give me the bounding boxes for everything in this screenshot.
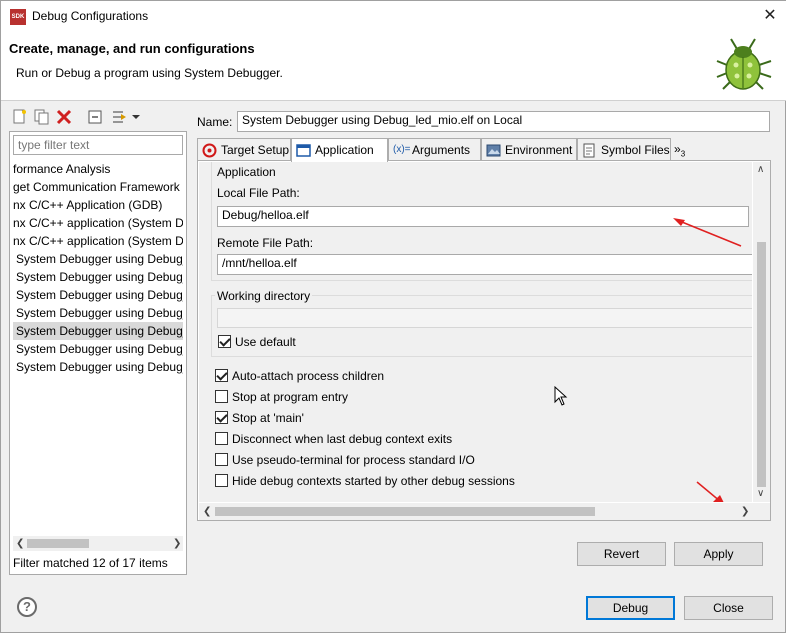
dialog-header: Create, manage, and run configurations R…: [1, 33, 786, 101]
list-item[interactable]: System Debugger using Debug_: [13, 358, 183, 376]
list-item[interactable]: System Debugger using Debug_: [13, 340, 183, 358]
target-icon: [202, 143, 217, 158]
apply-button[interactable]: Apply: [674, 542, 763, 566]
debug-configurations-window: SDK Debug Configurations ✕ Create, manag…: [0, 0, 786, 633]
list-item[interactable]: nx C/C++ Application (GDB): [13, 196, 183, 214]
option-label: Stop at 'main': [232, 411, 304, 425]
option-label: Hide debug contexts started by other deb…: [232, 474, 515, 488]
list-item[interactable]: System Debugger using Debug_: [13, 250, 183, 268]
list-item[interactable]: formance Analysis: [13, 160, 183, 178]
more-tabs-icon: »: [674, 142, 681, 156]
list-item-selected[interactable]: System Debugger using Debug_: [13, 322, 183, 340]
panel-vertical-scrollbar[interactable]: ∧ ∨: [753, 162, 770, 502]
application-group-label: Application: [217, 165, 276, 179]
list-item[interactable]: get Communication Framework: [13, 178, 183, 196]
hide-debug-contexts-checkbox[interactable]: [215, 474, 228, 487]
config-list: formance Analysis get Communication Fram…: [13, 160, 183, 536]
auto-attach-checkbox[interactable]: [215, 369, 228, 382]
tab-label: Target Setup: [221, 143, 290, 157]
delete-icon[interactable]: [55, 108, 73, 126]
collapse-all-icon[interactable]: [87, 108, 105, 126]
use-default-checkbox[interactable]: [218, 335, 231, 348]
list-item[interactable]: nx C/C++ application (System D: [13, 232, 183, 250]
new-config-icon[interactable]: [11, 108, 29, 126]
view-menu-icon[interactable]: [131, 108, 141, 126]
application-panel-content: Application Local File Path: Debug/hello…: [199, 162, 752, 502]
local-path-label: Local File Path:: [217, 186, 300, 200]
scroll-right-icon[interactable]: ❯: [741, 504, 749, 519]
symbol-files-icon: [583, 143, 595, 158]
working-directory-label: Working directory: [215, 289, 313, 303]
stop-at-entry-checkbox[interactable]: [215, 390, 228, 403]
option-label: Disconnect when last debug context exits: [232, 432, 453, 446]
list-item[interactable]: System Debugger using Debug_: [13, 286, 183, 304]
scrollbar-thumb[interactable]: [215, 507, 595, 516]
revert-button[interactable]: Revert: [577, 542, 666, 566]
tab-target-setup[interactable]: Target Setup: [197, 138, 291, 161]
config-tabs: Target Setup Application (x)= Arguments …: [197, 138, 771, 162]
title-bar: SDK Debug Configurations ✕: [1, 1, 786, 33]
header-title: Create, manage, and run configurations: [9, 41, 255, 56]
more-tabs-count: 3: [680, 149, 686, 159]
pseudo-terminal-checkbox[interactable]: [215, 453, 228, 466]
application-tab-panel: Application Local File Path: Debug/hello…: [197, 160, 771, 521]
close-window-icon[interactable]: ✕: [757, 5, 783, 27]
scroll-left-icon[interactable]: ❮: [16, 536, 24, 551]
debug-bug-icon: [716, 38, 772, 90]
scroll-right-icon[interactable]: ❯: [173, 536, 181, 551]
scrollbar-thumb[interactable]: [27, 539, 89, 548]
stop-at-main-checkbox[interactable]: [215, 411, 228, 424]
tab-application[interactable]: Application: [291, 138, 388, 162]
window-title: Debug Configurations: [32, 9, 149, 23]
name-label: Name:: [197, 115, 233, 129]
mouse-cursor-icon: [554, 386, 568, 406]
application-icon: [296, 144, 311, 157]
option-label: Use pseudo-terminal for process standard…: [232, 453, 475, 467]
filter-status: Filter matched 12 of 17 items: [13, 556, 168, 570]
config-name-field[interactable]: System Debugger using Debug_led_mio.elf …: [237, 111, 770, 132]
more-tabs-chevron[interactable]: »3: [671, 138, 691, 161]
close-button[interactable]: Close: [684, 596, 773, 620]
help-icon[interactable]: ?: [17, 597, 37, 617]
scroll-down-icon[interactable]: ∨: [757, 486, 764, 501]
filter-icon[interactable]: [111, 108, 129, 126]
scroll-left-icon[interactable]: ❮: [203, 504, 211, 519]
list-item[interactable]: System Debugger using Debug_: [13, 304, 183, 322]
sdk-logo-icon: SDK: [10, 9, 26, 25]
list-item[interactable]: nx C/C++ application (System D: [13, 214, 183, 232]
tab-label: Application: [315, 143, 374, 157]
annotation-arrow-icon: [696, 481, 724, 502]
tab-label: Symbol Files: [601, 143, 670, 157]
scrollbar-thumb[interactable]: [757, 242, 766, 487]
working-directory-field: [217, 308, 752, 328]
list-horizontal-scrollbar[interactable]: ❮ ❯: [13, 536, 183, 551]
option-label: Auto-attach process children: [232, 369, 385, 383]
tab-symbol-files[interactable]: Symbol Files: [577, 138, 671, 161]
filter-input[interactable]: [13, 135, 183, 155]
header-subtitle: Run or Debug a program using System Debu…: [16, 66, 283, 80]
arguments-icon: (x)=: [393, 144, 411, 155]
disconnect-checkbox[interactable]: [215, 432, 228, 445]
tab-label: Arguments: [412, 143, 471, 157]
remote-path-field[interactable]: /mnt/helloa.elf: [217, 254, 752, 275]
remote-path-label: Remote File Path:: [217, 236, 314, 250]
config-tree-panel: formance Analysis get Communication Fram…: [9, 131, 187, 575]
tab-label: Environment: [505, 143, 573, 157]
scroll-up-icon[interactable]: ∧: [757, 162, 764, 177]
use-default-label: Use default: [235, 335, 296, 349]
annotation-arrow-icon: [673, 218, 742, 247]
list-item[interactable]: System Debugger using Debug_: [13, 268, 183, 286]
duplicate-icon[interactable]: [33, 108, 51, 126]
tab-arguments[interactable]: (x)= Arguments: [388, 138, 481, 161]
option-label: Stop at program entry: [232, 390, 349, 404]
environment-icon: [486, 144, 501, 157]
debug-button[interactable]: Debug: [586, 596, 675, 620]
panel-horizontal-scrollbar[interactable]: ❮ ❯: [199, 503, 770, 520]
tab-environment[interactable]: Environment: [481, 138, 577, 161]
